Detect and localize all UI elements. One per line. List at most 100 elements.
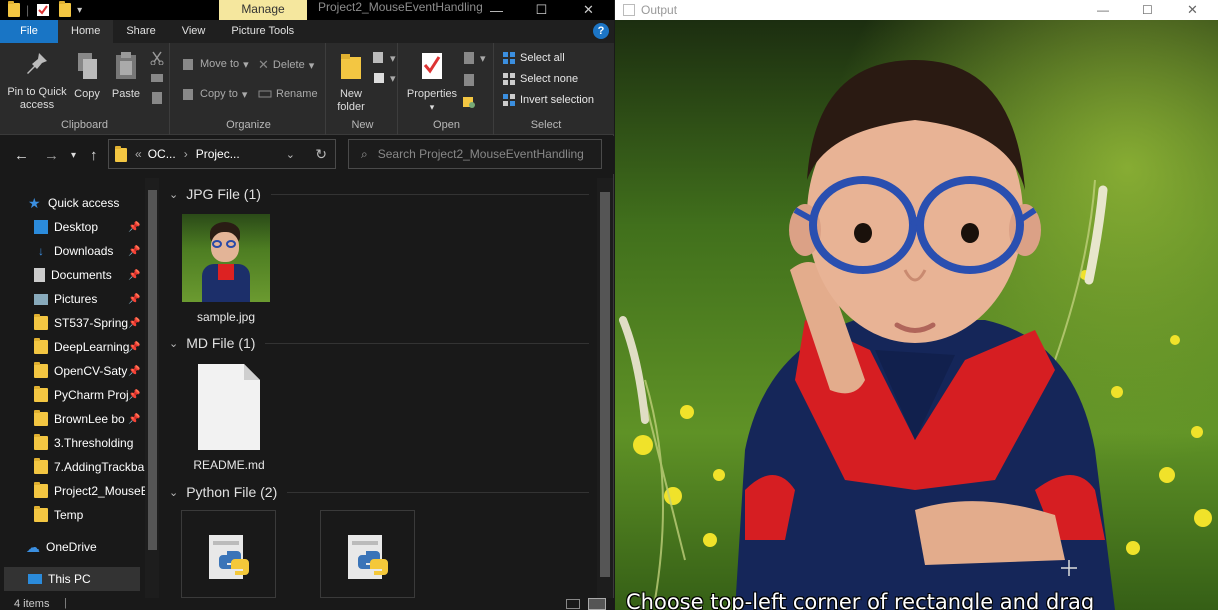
pin-icon: 📌 xyxy=(128,221,141,233)
tab-home[interactable]: Home xyxy=(58,20,114,43)
search-input[interactable]: ⌕ Search Project2_MouseEventHandling xyxy=(348,139,602,169)
new-group: New folder ▾ ▾ New xyxy=(328,43,398,135)
ribbon: Pin to Quick access Copy Paste Clipboard… xyxy=(0,43,614,135)
content-scrollbar[interactable] xyxy=(597,178,613,598)
cut-icon[interactable] xyxy=(150,51,164,65)
nav-scroll-thumb[interactable] xyxy=(148,190,157,550)
document-icon xyxy=(198,364,260,450)
clipboard-group: Pin to Quick access Copy Paste Clipboard xyxy=(0,43,170,135)
tab-file[interactable]: File xyxy=(0,20,58,43)
copy-button[interactable]: Copy xyxy=(70,51,104,101)
file-python-1[interactable] xyxy=(181,510,276,598)
chevron-down-icon[interactable]: ⌄ xyxy=(286,148,295,161)
select-label: Select xyxy=(530,119,562,131)
new-item-icon[interactable]: ▾ xyxy=(372,51,396,65)
new-folder-button[interactable]: New folder xyxy=(332,51,370,114)
folder-icon xyxy=(34,434,48,450)
new-label: New xyxy=(351,119,374,131)
pin-icon: 📌 xyxy=(128,293,141,305)
folder-icon xyxy=(34,458,48,474)
tab-view[interactable]: View xyxy=(169,20,219,43)
file-readme-md[interactable]: README.md xyxy=(181,364,277,472)
pin-icon: 📌 xyxy=(128,317,141,329)
properties-icon[interactable] xyxy=(35,2,51,18)
back-arrow-icon[interactable]: ← xyxy=(14,147,29,164)
properties-icon xyxy=(406,51,458,85)
computer-icon xyxy=(28,574,42,584)
pin-icon xyxy=(4,51,70,83)
item-count: 4 items xyxy=(14,598,50,610)
breadcrumb-oc[interactable]: OC... xyxy=(148,147,176,161)
refresh-icon[interactable]: ↻ xyxy=(315,146,327,163)
folder-icon xyxy=(34,362,48,378)
open-label: Open xyxy=(433,119,460,131)
copy-path-icon[interactable] xyxy=(150,71,164,85)
open-group: Properties ▾ ▾ Open xyxy=(400,43,494,135)
folder-icon xyxy=(34,338,48,354)
new-folder-icon[interactable] xyxy=(57,1,73,18)
folder-icon xyxy=(34,506,48,522)
close-button[interactable]: ✕ xyxy=(566,0,611,20)
pin-to-quick-access-button[interactable]: Pin to Quick access xyxy=(4,51,70,112)
paste-button[interactable]: Paste xyxy=(108,51,144,101)
delete-button[interactable]: ✕ Delete ▾ xyxy=(258,57,314,73)
address-box[interactable]: « OC... › Projec... ⌄ ↻ xyxy=(108,139,336,169)
tab-share[interactable]: Share xyxy=(113,20,168,43)
rename-button[interactable]: Rename xyxy=(258,87,318,101)
minimize-button[interactable]: — xyxy=(1097,3,1109,17)
organize-group: Move to ▾ ✕ Delete ▾ Copy to ▾ Rename Org… xyxy=(172,43,326,135)
details-view-icon[interactable] xyxy=(566,599,580,609)
edit-icon[interactable] xyxy=(462,73,476,87)
open-icon[interactable]: ▾ xyxy=(462,51,486,65)
invert-selection-button[interactable]: Invert selection xyxy=(502,93,594,107)
customize-qat-icon[interactable]: ▾ xyxy=(77,5,82,16)
properties-button[interactable]: Properties ▾ xyxy=(406,51,458,114)
nav-this-pc[interactable]: This PC xyxy=(4,567,140,591)
group-header-md[interactable]: ⌄ MD File (1) xyxy=(169,335,589,351)
status-bar: 4 items | xyxy=(0,597,614,610)
image-thumbnail xyxy=(182,214,270,302)
group-header-jpg[interactable]: ⌄ JPG File (1) xyxy=(169,186,589,202)
file-python-2[interactable] xyxy=(320,510,415,598)
organize-label: Organize xyxy=(226,119,271,131)
address-bar-row: ← → ▾ ↑ « OC... › Projec... ⌄ ↻ ⌕ Search… xyxy=(0,136,614,174)
move-to-button[interactable]: Move to ▾ xyxy=(182,57,249,71)
python-file-icon xyxy=(205,533,253,581)
navigation-pane: ★ Quick access Desktop 📌 ↓ Downloads 📌 D… xyxy=(0,178,160,598)
folder-icon xyxy=(34,386,48,402)
maximize-button[interactable]: ☐ xyxy=(519,0,564,20)
folder-icon xyxy=(34,482,48,498)
copy-icon xyxy=(70,51,104,85)
pin-icon: 📌 xyxy=(128,389,141,401)
file-sample-jpg[interactable]: sample.jpg xyxy=(181,214,271,324)
output-image[interactable]: Choose top-left corner of rectangle and … xyxy=(615,20,1218,610)
chevron-right-icon: › xyxy=(183,147,188,161)
copy-to-icon xyxy=(183,89,193,100)
history-icon[interactable] xyxy=(462,95,476,109)
easy-access-icon[interactable]: ▾ xyxy=(372,71,396,85)
select-all-button[interactable]: Select all xyxy=(502,51,565,65)
breadcrumb-project[interactable]: Projec... xyxy=(196,147,240,161)
nav-scrollbar[interactable] xyxy=(145,178,159,598)
ribbon-tabs: File Home Share View Picture Tools xyxy=(0,20,614,43)
python-file-icon xyxy=(344,533,392,581)
recent-locations-icon[interactable]: ▾ xyxy=(71,150,76,161)
copy-to-button[interactable]: Copy to ▾ xyxy=(182,87,247,101)
tab-picture-tools[interactable]: Picture Tools xyxy=(218,20,307,43)
large-icons-view-icon[interactable] xyxy=(588,598,606,610)
close-button[interactable]: ✕ xyxy=(1187,2,1198,18)
rename-icon xyxy=(258,90,272,98)
paste-shortcut-icon[interactable] xyxy=(150,91,164,105)
maximize-button[interactable]: ☐ xyxy=(1142,3,1153,17)
delete-icon: ✕ xyxy=(258,57,269,72)
manage-tab[interactable]: Manage xyxy=(219,0,307,20)
help-icon[interactable]: ? xyxy=(593,23,609,39)
minimize-button[interactable]: — xyxy=(474,0,519,20)
select-none-button[interactable]: Select none xyxy=(502,72,578,86)
forward-arrow-icon[interactable]: → xyxy=(44,147,59,164)
file-list: ⌄ JPG File (1) sample.jpg ⌄ MD File (1) xyxy=(161,178,597,598)
content-scroll-thumb[interactable] xyxy=(600,192,610,577)
up-arrow-icon[interactable]: ↑ xyxy=(90,147,98,164)
clipboard-label: Clipboard xyxy=(60,119,109,131)
group-header-python[interactable]: ⌄ Python File (2) xyxy=(169,484,589,500)
